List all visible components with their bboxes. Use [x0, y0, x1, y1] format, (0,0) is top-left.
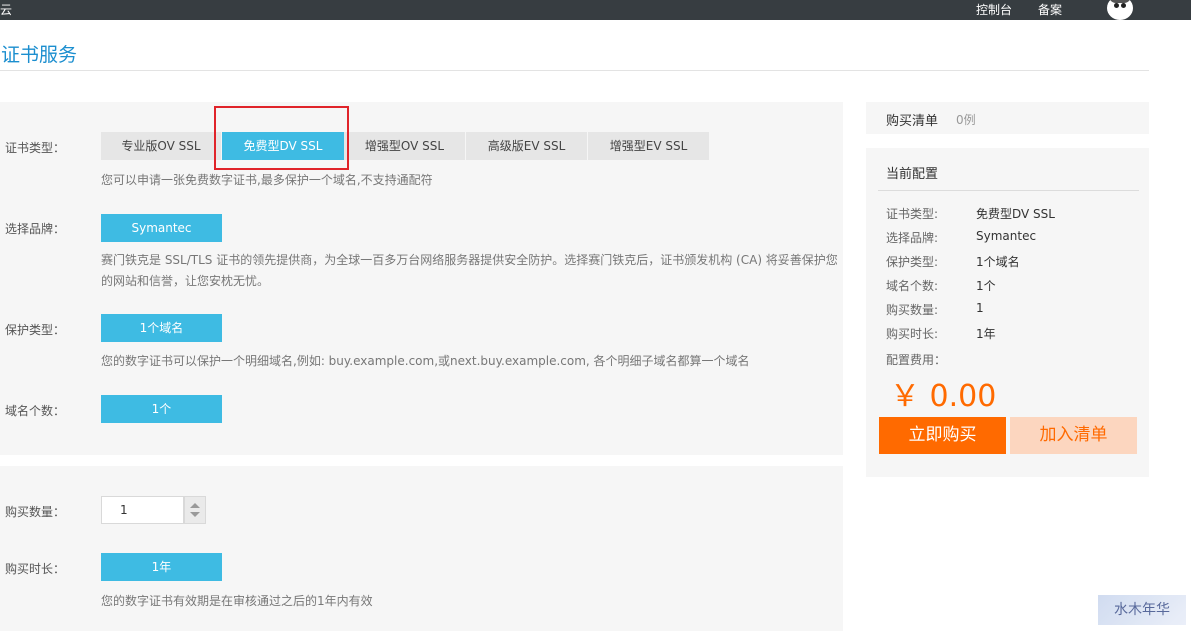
duration-hint: 您的数字证书有效期是在审核通过之后的1年内有效: [101, 594, 373, 608]
protection-hint: 您的数字证书可以保护一个明细域名,例如: buy.example.com,或ne…: [101, 354, 750, 368]
cart-title[interactable]: 购买清单: [886, 110, 938, 129]
stepper-up-icon[interactable]: [190, 503, 200, 508]
duration-label: 购买时长：: [5, 562, 66, 576]
cert-option-enhanced-ov[interactable]: 增强型OV SSL: [344, 132, 466, 160]
cert-option-pro-ov[interactable]: 专业版OV SSL: [101, 132, 222, 160]
config-value-duration: 1年: [976, 327, 996, 341]
config-value-domain-count: 1个: [976, 279, 996, 293]
cert-type-hint: 您可以申请一张免费数字证书,最多保护一个域名,不支持通配符: [101, 173, 433, 187]
config-value-brand: Symantec: [976, 229, 1037, 243]
avatar-hair: [1109, 0, 1131, 3]
fee-label: 配置费用：: [886, 353, 947, 367]
title-divider: [0, 70, 1149, 71]
domain-count-label: 域名个数：: [5, 404, 66, 418]
avatar-eye-right: [1121, 3, 1126, 8]
protection-type-label: 保护类型：: [5, 323, 66, 337]
filing-link[interactable]: 备案: [1038, 1, 1062, 18]
domain-count-option[interactable]: 1个: [101, 395, 222, 423]
current-config-panel: 当前配置 证书类型: 免费型DV SSL 选择品牌: Symantec 保护类型…: [866, 148, 1149, 477]
brand-option-symantec[interactable]: Symantec: [101, 214, 222, 242]
user-avatar[interactable]: [1107, 0, 1133, 20]
config-key-quantity: 购买数量:: [886, 303, 939, 317]
price-value: ￥ 0.00: [890, 379, 997, 414]
cert-option-enhanced-ev[interactable]: 增强型EV SSL: [588, 132, 710, 160]
add-to-cart-button[interactable]: 加入清单: [1010, 417, 1137, 454]
quantity-label: 购买数量：: [5, 505, 66, 519]
config-key-brand: 选择品牌:: [886, 231, 939, 245]
buy-now-button[interactable]: 立即购买: [879, 417, 1006, 454]
config-value-cert-type: 免费型DV SSL: [976, 207, 1055, 221]
cert-type-label: 证书类型：: [5, 141, 66, 155]
console-link[interactable]: 控制台: [976, 1, 1012, 18]
page-title: 证书服务: [1, 44, 78, 66]
watermark-logo: 水木年华: [1098, 595, 1186, 625]
brand-hint-line2: 的网站和信誉，让您安枕无忧。: [101, 274, 270, 288]
avatar-eye-left: [1114, 3, 1119, 8]
logo-fragment[interactable]: 云: [0, 1, 12, 18]
config-key-protection: 保护类型:: [886, 255, 939, 269]
brand-hint-line1: 赛门铁克是 SSL/TLS 证书的领先提供商，为全球一百多万台网络服务器提供安全…: [101, 253, 838, 267]
config-key-cert-type: 证书类型:: [886, 207, 939, 221]
config-value-protection: 1个域名: [976, 255, 1020, 269]
cert-option-advanced-ev[interactable]: 高级版EV SSL: [466, 132, 588, 160]
cart-bar: 购买清单 0例: [866, 102, 1149, 134]
top-nav-bar: 云 控制台 备案: [0, 0, 1191, 20]
cart-count: 0例: [956, 113, 976, 127]
stepper-down-icon[interactable]: [190, 512, 200, 517]
cert-option-free-dv[interactable]: 免费型DV SSL: [222, 132, 344, 160]
quantity-input[interactable]: [101, 496, 184, 524]
quantity-stepper[interactable]: [184, 496, 206, 524]
protection-option-one-domain[interactable]: 1个域名: [101, 314, 222, 342]
current-config-title: 当前配置: [886, 167, 939, 182]
duration-option-one-year[interactable]: 1年: [101, 553, 222, 581]
config-key-domain-count: 域名个数:: [886, 279, 939, 293]
config-value-quantity: 1: [976, 301, 984, 315]
config-key-duration: 购买时长:: [886, 327, 939, 341]
config-divider: [878, 190, 1139, 191]
brand-label: 选择品牌：: [5, 222, 66, 236]
